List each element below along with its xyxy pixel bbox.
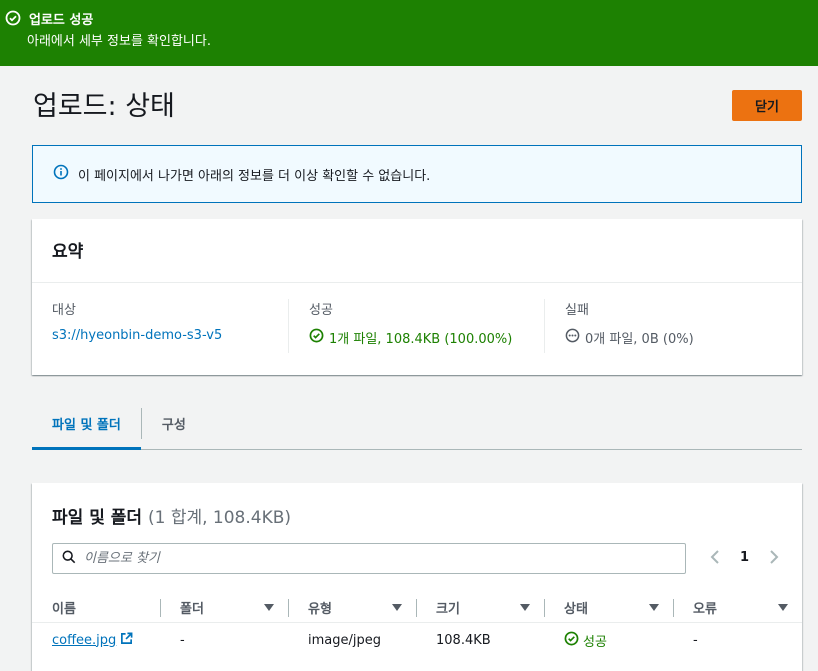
page-title: 업로드: 상태: [33, 91, 175, 122]
summary-panel: 요약 대상 s3://hyeonbin-demo-s3-v5 성공 1개 파일,…: [32, 219, 802, 375]
cell-type: image/jpeg: [308, 632, 381, 648]
files-panel: 파일 및 폴더 (1 합계, 108.4KB) 1 이름 폴더 유형: [32, 483, 802, 671]
cell-name: coffee.jpg: [32, 632, 160, 649]
column-divider: [288, 598, 289, 617]
current-page[interactable]: 1: [740, 550, 749, 565]
success-check-icon: [564, 631, 579, 650]
file-link[interactable]: coffee.jpg: [52, 633, 116, 648]
summary-title: 요약: [32, 219, 802, 283]
success-check-icon: [5, 10, 21, 26]
summary-target: 대상 s3://hyeonbin-demo-s3-v5: [32, 299, 288, 353]
cell-folder: -: [180, 632, 185, 648]
flash-message: 아래에서 세부 정보를 확인합니다.: [27, 34, 211, 49]
column-label: 오류: [693, 602, 717, 617]
column-label: 폴더: [180, 602, 204, 617]
status-text: 성공: [583, 634, 607, 650]
success-flash-banner: 업로드 성공 아래에서 세부 정보를 확인합니다.: [0, 0, 818, 66]
sort-caret-icon[interactable]: [264, 604, 274, 611]
column-label: 상태: [564, 602, 588, 617]
tab-files-and-folders[interactable]: 파일 및 폴더: [32, 398, 141, 450]
column-divider: [544, 598, 545, 617]
column-header-type[interactable]: 유형: [288, 593, 416, 623]
info-alert: 이 페이지에서 나가면 아래의 정보를 더 이상 확인할 수 없습니다.: [32, 145, 802, 203]
column-header-status[interactable]: 상태: [544, 593, 673, 623]
prev-page-icon[interactable]: [708, 547, 722, 567]
cell-size: 108.4KB: [436, 632, 491, 648]
files-title-text: 파일 및 폴더: [52, 508, 143, 528]
sort-caret-icon[interactable]: [778, 604, 788, 611]
external-link-icon[interactable]: [120, 632, 133, 649]
failure-label: 실패: [565, 303, 589, 318]
next-page-icon[interactable]: [767, 547, 781, 567]
column-label: 유형: [308, 602, 332, 617]
pagination: 1: [708, 547, 781, 567]
pending-dots-icon: [565, 328, 580, 347]
files-count: (1 합계, 108.4KB): [147, 508, 292, 528]
cell-error: -: [693, 632, 698, 648]
search-box[interactable]: [52, 543, 686, 574]
table-row: coffee.jpg - image/jpeg 108.4KB 성공 -: [32, 624, 802, 656]
search-input[interactable]: [84, 551, 644, 566]
sort-caret-icon[interactable]: [392, 604, 402, 611]
info-message: 이 페이지에서 나가면 아래의 정보를 더 이상 확인할 수 없습니다.: [78, 168, 431, 184]
search-icon: [62, 550, 76, 568]
files-title: 파일 및 폴더 (1 합계, 108.4KB): [52, 503, 291, 528]
flash-title: 업로드 성공: [29, 12, 94, 28]
column-divider: [160, 598, 161, 617]
info-icon: [53, 164, 69, 184]
column-header-folder[interactable]: 폴더: [160, 593, 288, 623]
column-divider: [416, 598, 417, 617]
column-label: 크기: [436, 602, 460, 617]
table-header: 이름 폴더 유형 크기 상태 오류: [32, 593, 802, 623]
tab-bar: 파일 및 폴더 구성: [32, 398, 802, 450]
sort-caret-icon[interactable]: [520, 604, 530, 611]
success-label: 성공: [309, 303, 333, 318]
success-value: 1개 파일, 108.4KB (100.00%): [329, 332, 513, 347]
close-button[interactable]: 닫기: [732, 90, 802, 121]
column-header-error[interactable]: 오류: [673, 593, 802, 623]
cell-status: 성공: [544, 631, 673, 650]
column-header-size[interactable]: 크기: [416, 593, 544, 623]
target-link[interactable]: s3://hyeonbin-demo-s3-v5: [52, 328, 222, 343]
column-divider: [673, 598, 674, 617]
failure-value: 0개 파일, 0B (0%): [585, 332, 694, 347]
target-label: 대상: [52, 303, 76, 318]
tab-configuration[interactable]: 구성: [142, 398, 206, 449]
column-header-name[interactable]: 이름: [32, 593, 160, 623]
summary-failure: 실패 0개 파일, 0B (0%): [544, 299, 800, 353]
column-label: 이름: [52, 602, 76, 617]
summary-success: 성공 1개 파일, 108.4KB (100.00%): [288, 299, 544, 353]
success-check-icon: [309, 328, 324, 347]
sort-caret-icon[interactable]: [649, 604, 659, 611]
